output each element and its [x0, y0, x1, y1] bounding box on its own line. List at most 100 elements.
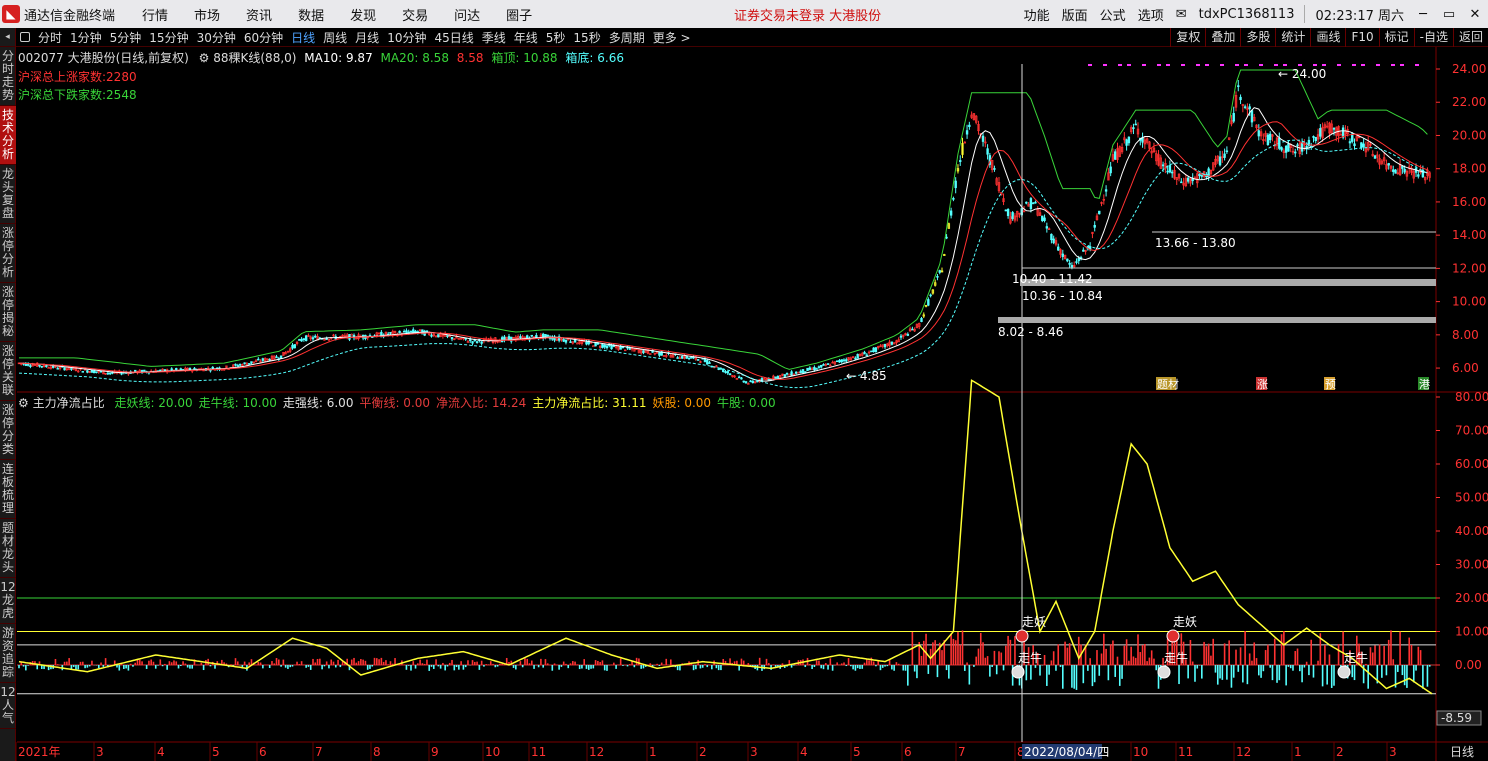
signal-dot [1127, 64, 1131, 66]
flow-bar [202, 665, 205, 671]
price-tick-label: 10.00 [1452, 295, 1486, 309]
chart-canvas[interactable]: 24.0022.0020.0018.0016.0014.0012.0010.00… [0, 0, 1488, 761]
flow-bar [287, 665, 289, 669]
flow-bar [467, 660, 469, 665]
candle-body [402, 330, 406, 333]
month-label: 1 [1294, 745, 1302, 759]
sub-indicator-icon[interactable]: ⚙ [18, 396, 29, 410]
candle-body [740, 377, 743, 380]
flow-bar [499, 663, 501, 665]
flow-bar [478, 665, 481, 670]
flow-bar [1187, 665, 1189, 679]
flow-bar [1257, 665, 1260, 676]
flow-bar [464, 665, 467, 668]
flow-bar [437, 665, 440, 667]
month-label: 10 [485, 745, 500, 759]
flow-bar [1426, 665, 1429, 687]
flow-bar [428, 665, 431, 671]
candle-body [790, 371, 793, 376]
flow-bar [421, 663, 424, 665]
candle-body [742, 380, 745, 383]
flow-bar [289, 665, 292, 668]
flow-bar [656, 663, 658, 665]
candle-body [1257, 130, 1260, 137]
candle-body [398, 330, 401, 334]
signal-dot [1415, 64, 1419, 66]
flow-bar [1312, 665, 1315, 678]
candle-body [412, 329, 415, 333]
flow-bar [446, 665, 449, 667]
flow-bar [1226, 665, 1228, 680]
candle-body [642, 350, 645, 354]
candle-body [756, 380, 759, 383]
flow-bar [790, 665, 793, 668]
price-tick-label: 6.00 [1452, 361, 1479, 375]
flow-bar [587, 665, 590, 670]
candle-body [1057, 246, 1060, 251]
flow-bar [740, 658, 743, 665]
flow-bar [189, 665, 191, 669]
flow-bar [1333, 665, 1335, 686]
flow-bar [633, 665, 636, 668]
candle-body [1029, 198, 1033, 210]
flow-bar [562, 661, 565, 665]
candle-body [601, 344, 604, 348]
month-label: 4 [157, 745, 165, 759]
candle-body [1417, 174, 1420, 177]
signal-dot [1313, 64, 1317, 66]
candle-body [703, 358, 707, 362]
candle-body [585, 341, 588, 345]
flow-bar [907, 665, 909, 686]
flow-bar [592, 665, 595, 669]
flow-bar [827, 665, 829, 670]
candle-body [920, 318, 923, 322]
flow-bar [157, 665, 159, 666]
flow-bar [1150, 650, 1153, 665]
candle-body [29, 365, 32, 367]
flow-bar [581, 665, 583, 669]
candle-body [870, 350, 873, 353]
candle-body [314, 335, 317, 338]
flow-bar [448, 662, 451, 665]
indicator-name[interactable]: 88稞K线(88,0) [213, 51, 296, 65]
flow-bar [159, 659, 162, 665]
flow-bar [1397, 665, 1399, 672]
sub-tick-label: 40.00 [1455, 524, 1488, 538]
candle-body [1031, 202, 1035, 205]
flow-bar [986, 656, 989, 665]
sub-legend-item: 净流入比: 14.24 [436, 396, 527, 410]
candle-body [899, 335, 903, 338]
flow-bar [578, 665, 581, 670]
flow-bar [818, 660, 820, 665]
flow-bar [975, 656, 977, 665]
flow-bar [325, 661, 328, 665]
main-flow-line [18, 379, 1433, 695]
flow-bar [56, 664, 59, 665]
flow-bar [845, 665, 848, 667]
flow-bar [893, 665, 895, 671]
indicator-icon[interactable]: ⚙ [199, 51, 210, 65]
flow-bar [758, 657, 761, 665]
flow-bar [423, 663, 426, 665]
flow-bar [1317, 660, 1319, 665]
flow-bar [765, 658, 768, 665]
flow-bar [1002, 665, 1005, 671]
sub-tick-label: 60.00 [1455, 457, 1488, 471]
candle-body [1401, 166, 1404, 169]
flow-bar [977, 648, 980, 665]
flow-bar [1061, 665, 1064, 689]
candle-body [1296, 144, 1299, 147]
candle-body [906, 333, 910, 336]
sub-indicator-title[interactable]: 主力净流占比 [33, 396, 105, 410]
flow-bar [1305, 661, 1308, 665]
flow-bar [1114, 665, 1117, 677]
flow-bar [350, 659, 353, 665]
flow-bar [626, 665, 629, 667]
flow-bar [1228, 640, 1230, 665]
flow-bar [1009, 639, 1012, 665]
flow-bar [1390, 630, 1392, 665]
candle-body [1250, 110, 1254, 123]
flow-bar [973, 665, 975, 667]
flow-bar [856, 665, 859, 669]
signal-icon [1015, 629, 1029, 643]
